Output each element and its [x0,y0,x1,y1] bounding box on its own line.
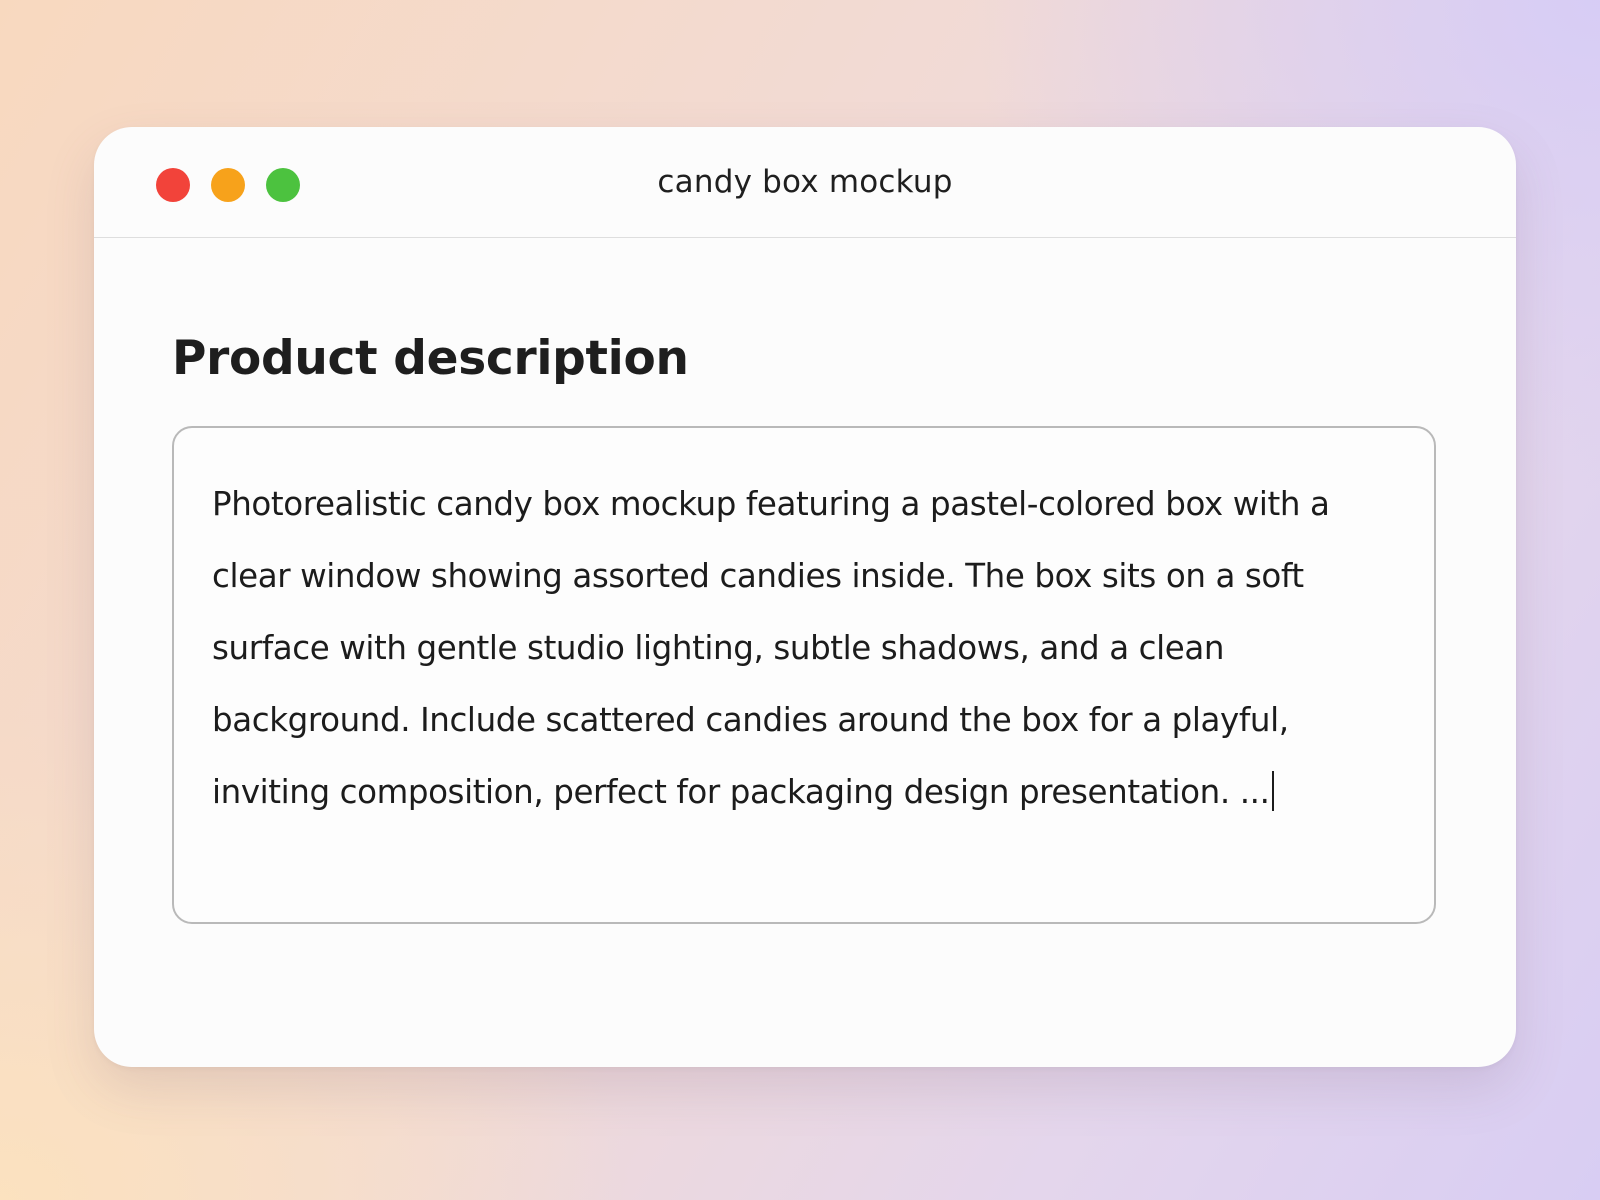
text-cursor [1271,771,1274,811]
window-title: candy box mockup [657,164,953,200]
app-window: candy box mockup Product description Pho… [94,127,1516,1067]
product-description-textarea[interactable]: Photorealistic candy box mockup featurin… [172,426,1436,924]
product-description-text: Photorealistic candy box mockup featurin… [212,485,1330,811]
title-bar: candy box mockup [94,127,1516,238]
section-heading: Product description [172,331,689,386]
